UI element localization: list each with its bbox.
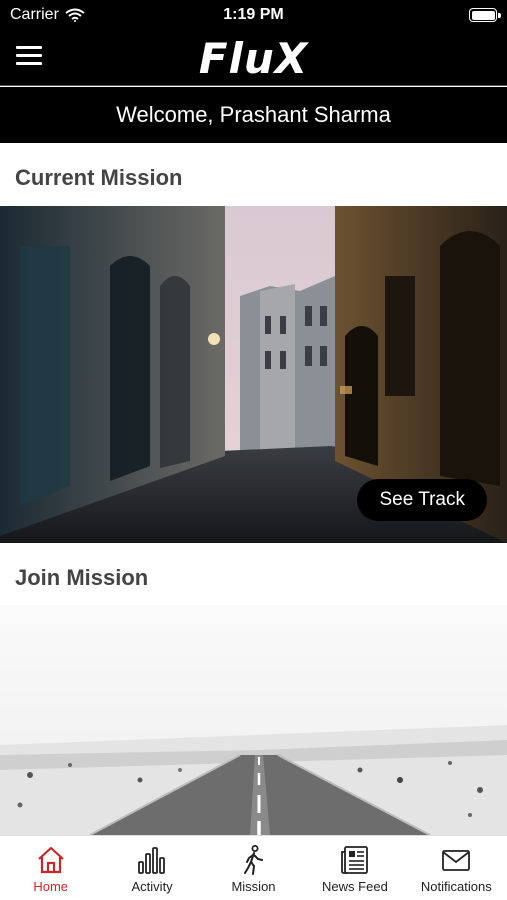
news-feed-icon (341, 846, 368, 874)
tab-activity-label: Activity (131, 879, 173, 894)
current-mission-title: Current Mission (15, 165, 183, 190)
tab-notifications-label: Notifications (420, 879, 492, 894)
see-track-button[interactable]: See Track (357, 479, 487, 521)
mission-walker-icon (243, 845, 263, 875)
home-icon (37, 846, 64, 874)
road-scene-image (0, 605, 507, 835)
current-mission-image[interactable]: See Track (0, 206, 507, 543)
bottom-tab-bar: Home Activity Mission News Feed Notifica… (0, 835, 507, 900)
join-mission-image[interactable] (0, 605, 507, 835)
notifications-mail-icon (442, 850, 471, 871)
tab-activity[interactable]: Activity (101, 836, 202, 900)
app-logo: FluX (198, 34, 309, 83)
join-mission-title: Join Mission (15, 565, 149, 590)
tab-notifications[interactable]: Notifications (406, 836, 507, 900)
tab-mission-label: Mission (231, 879, 276, 894)
tab-home[interactable]: Home (0, 836, 101, 900)
tab-mission[interactable]: Mission (203, 836, 304, 900)
welcome-text: Welcome, Prashant Sharma (116, 102, 391, 127)
activity-icon (138, 847, 166, 874)
tab-home-label: Home (33, 879, 69, 894)
app-header: FluX (0, 30, 507, 86)
status-bar: Carrier 1:19 PM (0, 0, 507, 30)
tab-news-feed[interactable]: News Feed (304, 836, 405, 900)
battery-icon (469, 8, 501, 22)
clock: 1:19 PM (223, 6, 284, 23)
welcome-banner: Welcome, Prashant Sharma (0, 87, 507, 143)
tab-news-feed-label: News Feed (322, 879, 388, 894)
